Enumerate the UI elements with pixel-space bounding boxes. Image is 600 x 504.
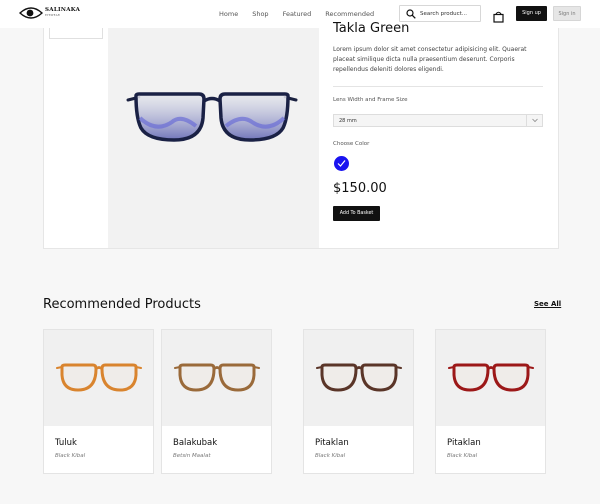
signin-button[interactable]: Sign in [553,6,581,21]
search-box[interactable] [399,5,481,22]
logo[interactable]: SALINAKA EYEWEAR [19,6,80,20]
product-card-image [436,330,545,426]
product-card-image [44,330,153,426]
product-price: $150.00 [333,181,387,196]
size-select-toggle[interactable] [526,115,542,126]
product-main-image [108,28,319,248]
product-card[interactable]: Balakubak Betsin Maalat [161,329,272,474]
eyeglasses-image [448,363,534,392]
size-select[interactable]: 28 mm [333,114,543,127]
chevron-down-icon [532,118,538,123]
product-card[interactable]: Tuluk Black Kibal [43,329,154,474]
see-all-link[interactable]: See All [534,300,561,308]
add-to-basket-button[interactable]: Add To Basket [333,206,380,221]
product-card-name: Pitaklan [315,438,349,448]
thumbnail-column [44,28,108,248]
product-card-subtitle: Black Kibal [315,453,346,459]
nav-featured[interactable]: Featured [283,10,312,18]
eye-logo-icon [19,7,43,19]
product-card-name: Tuluk [55,438,77,448]
logo-text: SALINAKA EYEWEAR [45,7,81,17]
main-nav: Home Shop Featured Recommended [219,10,374,18]
eyeglasses-image [56,363,142,392]
product-card-image [162,330,271,426]
product-panel: Takla Green Lorem ipsum dolor sit amet c… [43,21,559,249]
nav-home[interactable]: Home [219,10,238,18]
product-card-name: Balakubak [173,438,218,448]
color-label: Choose Color [333,141,370,147]
eyeglasses-image [126,92,298,142]
product-title: Takla Green [333,21,410,36]
product-card-subtitle: Betsin Maalat [173,453,211,459]
eyeglasses-image [174,363,260,392]
section-title: Recommended Products [43,297,201,312]
product-card-image [304,330,413,426]
eyeglasses-image [316,363,402,392]
product-card-subtitle: Black Kibal [447,453,478,459]
search-input[interactable] [420,9,478,19]
divider [333,86,543,87]
product-card[interactable]: Pitaklan Black Kibal [303,329,414,474]
size-label: Lens Width and Frame Size [333,97,408,103]
product-card-subtitle: Black Kibal [55,453,86,459]
product-description: Lorem ipsum dolor sit amet consectetur a… [333,46,527,73]
signup-button[interactable]: Sign up [516,6,547,21]
product-card-name: Pitaklan [447,438,481,448]
color-swatch-selected[interactable] [334,156,349,171]
header: SALINAKA EYEWEAR Home Shop Featured Reco… [0,0,600,28]
product-thumbnail[interactable] [49,28,103,39]
size-select-value: 28 mm [339,118,357,124]
cart-button[interactable] [493,8,504,27]
nav-shop[interactable]: Shop [252,10,268,18]
logo-subtext: EYEWEAR [45,14,60,17]
checkmark-icon [337,160,346,167]
product-card[interactable]: Pitaklan Black Kibal [435,329,546,474]
nav-recommended[interactable]: Recommended [325,10,374,18]
search-icon [406,9,416,19]
shopping-bag-icon [493,11,504,23]
